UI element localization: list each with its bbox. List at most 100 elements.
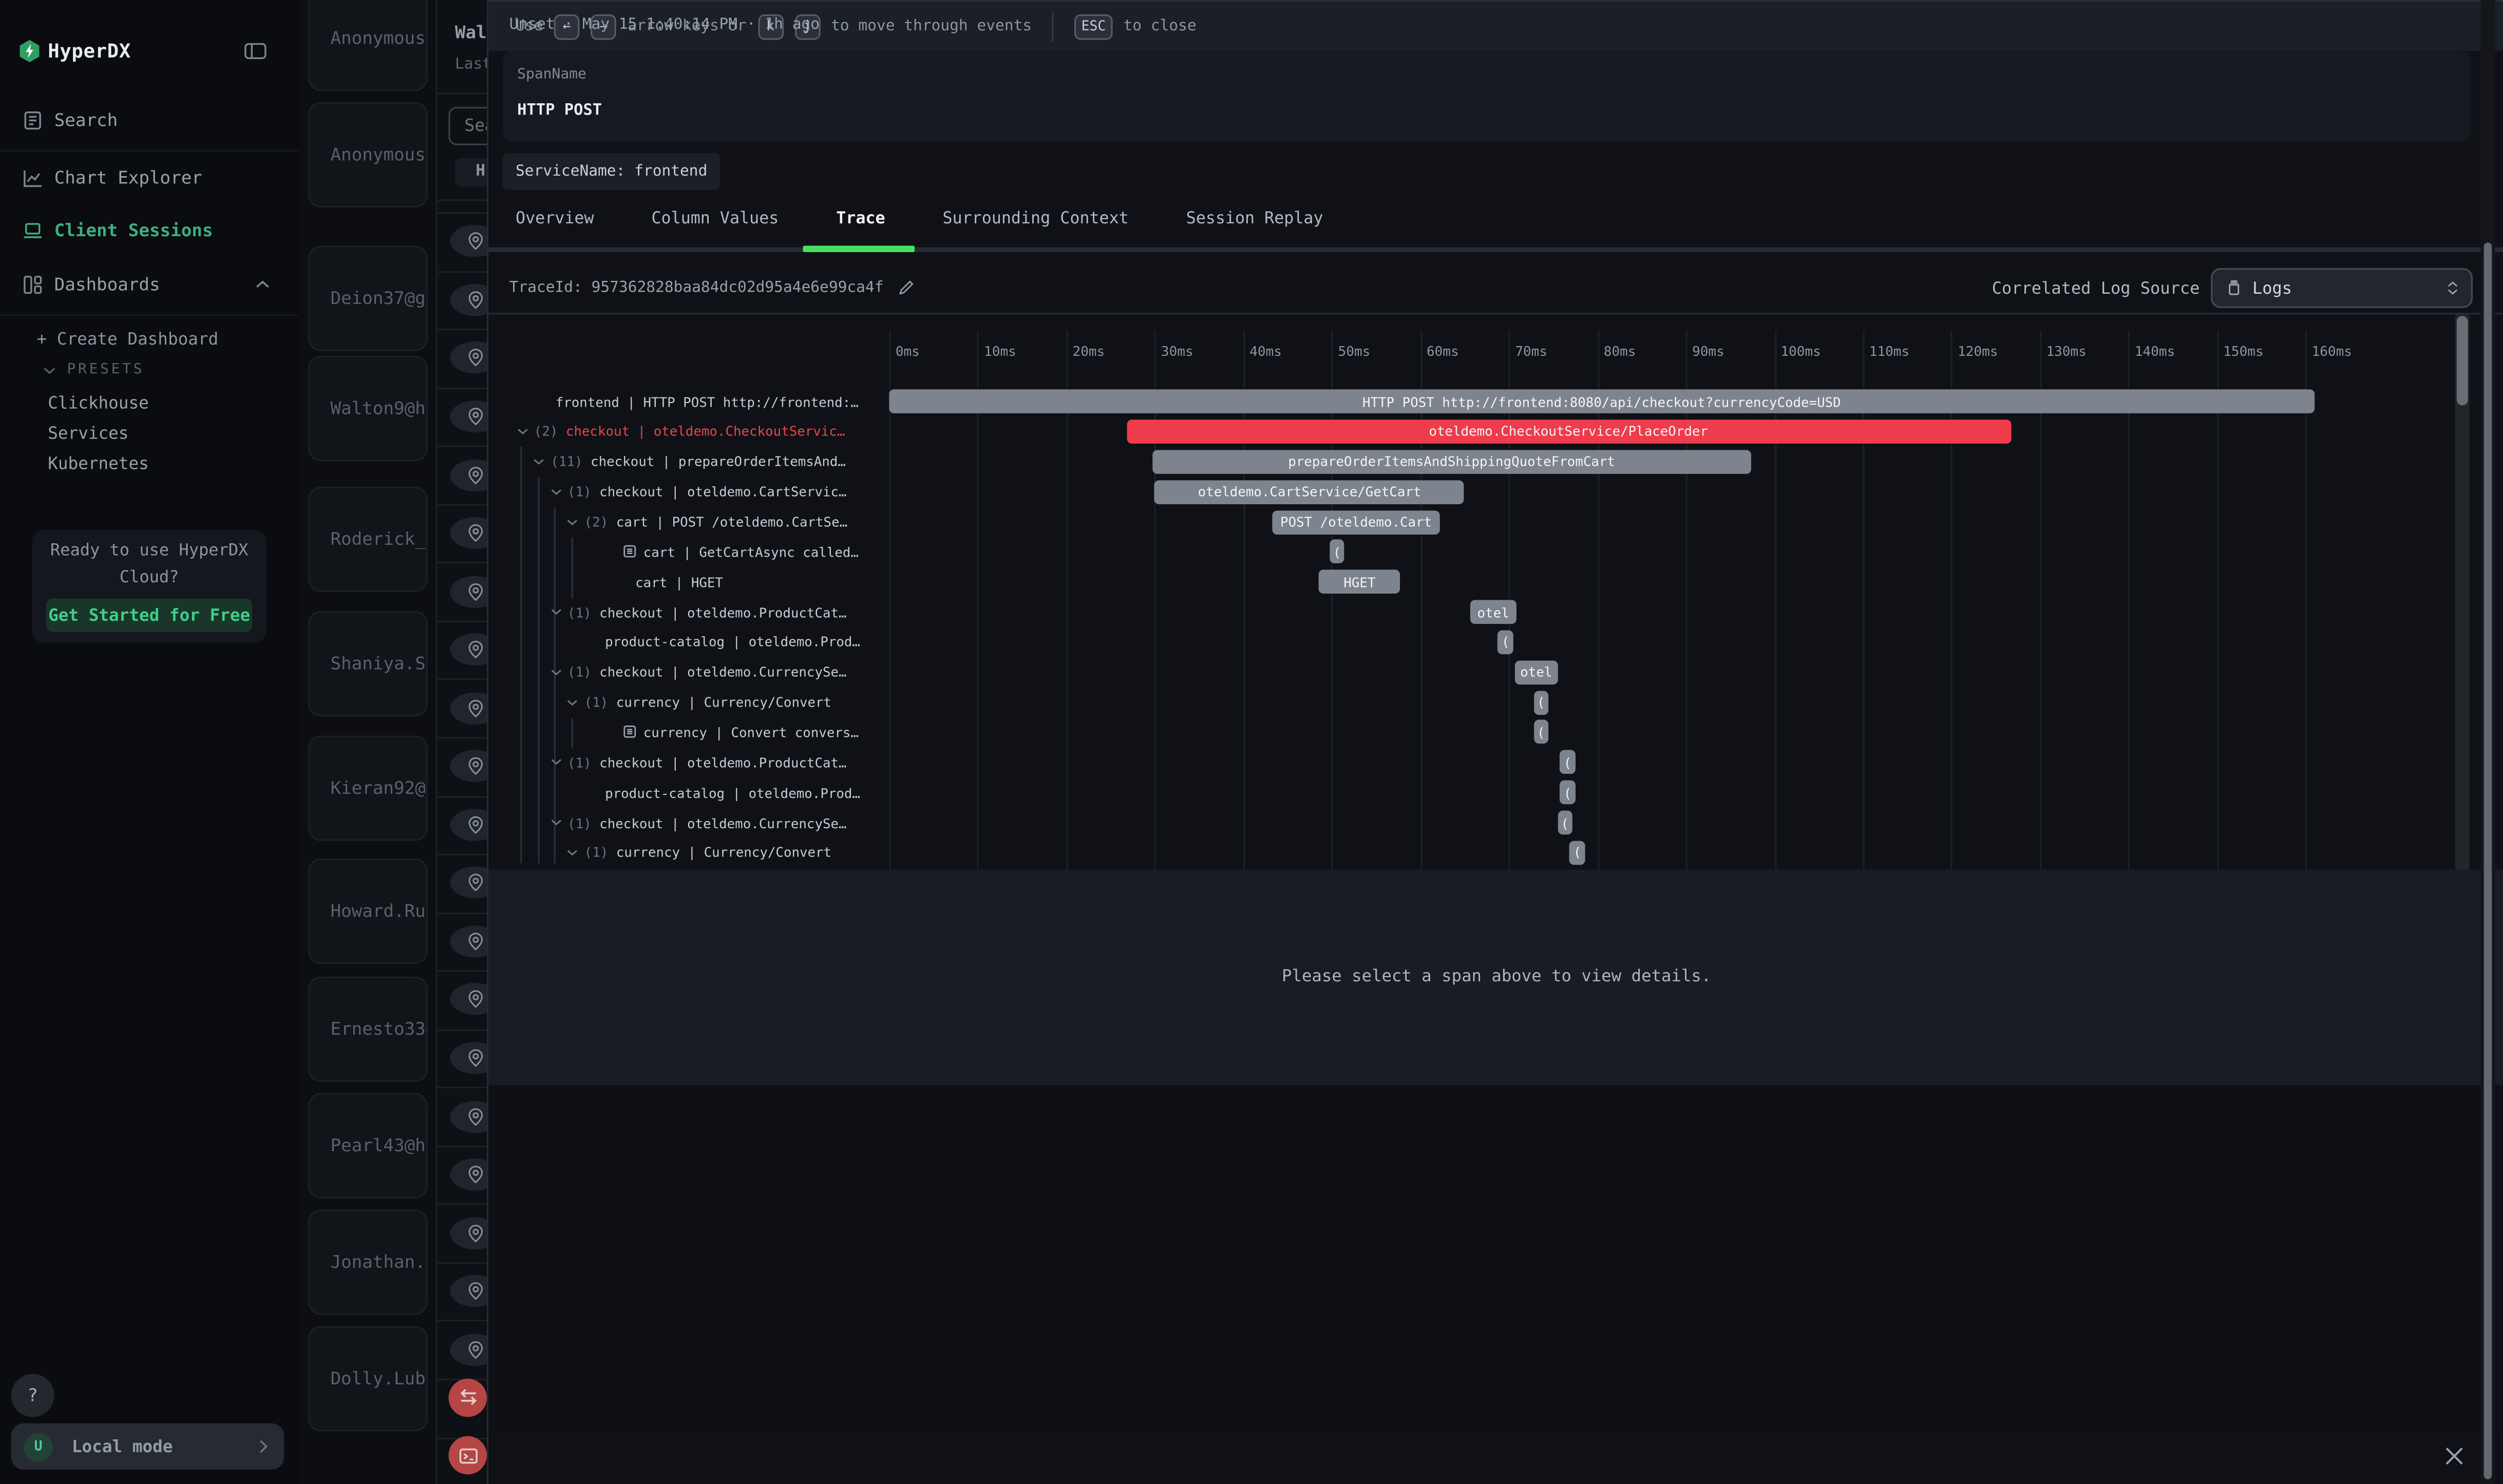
waterfall-scrollbar-thumb[interactable] [2457, 316, 2468, 405]
preset-item-kubernetes[interactable]: Kubernetes [48, 455, 149, 474]
span-tree-row[interactable]: (1)checkout | oteldemo.CurrencySe… [488, 808, 889, 838]
session-list-item[interactable]: Dolly.Lubo [308, 1326, 428, 1431]
span-bar[interactable]: oteldemo.CartService/GetCart [1154, 480, 1464, 504]
span-bar[interactable]: prepareOrderItemsAndShippingQuoteFromCar… [1152, 450, 1751, 474]
tree-chevron-down-icon[interactable] [566, 518, 578, 526]
tree-chevron-down-icon[interactable] [550, 668, 561, 676]
session-event-pin[interactable] [450, 692, 487, 724]
span-tree-row[interactable]: (1)checkout | oteldemo.ProductCat… [488, 748, 889, 778]
span-bar[interactable]: ( [1330, 540, 1344, 564]
tree-chevron-down-icon[interactable] [550, 758, 561, 767]
session-event-pin[interactable] [450, 342, 487, 374]
tab-surrounding-context[interactable]: Surrounding Context [942, 211, 1128, 244]
span-bar[interactable]: otel [1471, 600, 1516, 624]
session-list-item[interactable]: Kieran92@h [308, 736, 428, 841]
span-tree-row[interactable]: (2)cart | POST /oteldemo.CartSe… [488, 507, 889, 537]
close-icon[interactable] [2444, 1445, 2464, 1466]
sidebar-item-chart-explorer[interactable]: Chart Explorer [0, 153, 298, 201]
edit-icon[interactable] [896, 279, 914, 297]
tree-chevron-down-icon[interactable] [566, 849, 578, 857]
span-bar[interactable]: ( [1533, 690, 1548, 714]
session-event-pin[interactable] [450, 517, 487, 549]
session-list-item[interactable]: Roderick_S [308, 487, 428, 592]
preset-item-clickhouse[interactable]: Clickhouse [48, 394, 149, 413]
span-tree-row[interactable]: (1)currency | Currency/Convert [488, 687, 889, 717]
span-bar[interactable]: ( [1498, 630, 1513, 654]
span-tree-row[interactable]: cart | HGET [488, 567, 889, 597]
session-search-input[interactable] [448, 107, 487, 145]
span-tree-row[interactable]: product-catalog | oteldemo.Prod… [488, 627, 889, 657]
span-tree-row[interactable]: (1)currency | Currency/Convert [488, 838, 889, 868]
tree-chevron-down-icon[interactable] [533, 458, 544, 466]
help-button[interactable]: ? [11, 1374, 54, 1417]
session-list-item[interactable]: Anonymous [308, 102, 428, 207]
log-source-select[interactable]: Logs [2211, 268, 2473, 308]
span-bar[interactable]: ( [1570, 841, 1585, 865]
session-event-pin[interactable] [450, 750, 487, 782]
span-bar[interactable]: oteldemo.CheckoutService/PlaceOrder [1126, 420, 2011, 444]
tree-chevron-down-icon[interactable] [550, 488, 561, 496]
session-event-pin[interactable] [450, 867, 487, 899]
sidebar-collapse-icon[interactable] [244, 43, 267, 59]
span-bar[interactable]: ( [1558, 811, 1572, 835]
span-tree-row[interactable]: cart | GetCartAsync called… [488, 537, 889, 567]
tab-session-replay[interactable]: Session Replay [1186, 211, 1323, 244]
span-tree-row[interactable]: currency | Convert convers… [488, 717, 889, 748]
session-list-item[interactable]: Anonymous [308, 0, 428, 91]
session-list-item[interactable]: Deion37@gm [308, 246, 428, 351]
tree-chevron-down-icon[interactable] [517, 428, 528, 436]
tree-chevron-down-icon[interactable] [566, 698, 578, 707]
span-tree-row[interactable]: (1)checkout | oteldemo.ProductCat… [488, 597, 889, 627]
tree-chevron-down-icon[interactable] [550, 608, 561, 616]
span-tree-row[interactable]: product-catalog | oteldemo.Prod… [488, 777, 889, 808]
session-event-pin[interactable] [450, 634, 487, 665]
span-tree-row[interactable]: (11)checkout | prepareOrderItemsAnd… [488, 447, 889, 477]
session-event-pin[interactable] [450, 284, 487, 316]
session-event-pin[interactable] [450, 1100, 487, 1132]
session-event-pin[interactable] [450, 459, 487, 490]
span-tree-row[interactable]: (1)checkout | oteldemo.CurrencySe… [488, 657, 889, 688]
span-tree-row[interactable]: (2)checkout | oteldemo.CheckoutServic… [488, 416, 889, 447]
preset-item-services[interactable]: Services [48, 425, 128, 444]
modal-scrollbar-thumb[interactable] [2483, 242, 2492, 1479]
session-event-pin[interactable] [450, 809, 487, 841]
span-bar[interactable]: HGET [1318, 570, 1400, 594]
session-error-event-terminal-icon[interactable] [448, 1437, 487, 1475]
span-tree-row[interactable]: frontend | HTTP POST http://frontend:… [488, 387, 889, 417]
session-event-pin[interactable] [450, 984, 487, 1016]
session-event-pin[interactable] [450, 1275, 487, 1307]
span-bar[interactable]: POST /oteldemo.Cart [1273, 510, 1440, 534]
span-bar[interactable]: ( [1533, 720, 1548, 745]
session-list-item[interactable]: Howard.Run [308, 859, 428, 964]
span-bar[interactable]: otel [1515, 660, 1558, 684]
tree-chevron-down-icon[interactable] [550, 819, 561, 827]
sidebar-item-dashboards[interactable]: Dashboards [0, 260, 298, 308]
session-list-item[interactable]: Shaniya.Sc [308, 611, 428, 716]
session-list-item[interactable]: Walton9@ho [308, 356, 428, 461]
span-bar[interactable]: ( [1560, 781, 1575, 805]
get-started-button[interactable]: Get Started for Free [46, 598, 252, 632]
session-event-pin[interactable] [450, 925, 487, 957]
span-tree-row[interactable]: (1)checkout | oteldemo.CartServic… [488, 477, 889, 507]
sidebar-item-search[interactable]: Search [0, 96, 298, 143]
service-name-chip[interactable]: ServiceName: frontend [503, 153, 720, 189]
span-bar[interactable]: HTTP POST http://frontend:8080/api/check… [889, 390, 2314, 414]
session-event-pin[interactable] [450, 576, 487, 607]
tab-trace[interactable]: Trace [836, 211, 885, 244]
span-bar[interactable]: ( [1560, 750, 1575, 774]
sidebar-item-client-sessions[interactable]: Client Sessions [0, 206, 298, 254]
session-error-event-swap-arrows-icon[interactable] [448, 1378, 487, 1417]
session-list-item[interactable]: Ernesto33@ [308, 977, 428, 1082]
tab-overview[interactable]: Overview [516, 211, 594, 244]
session-event-pin[interactable] [450, 1158, 487, 1190]
session-event-pin[interactable] [450, 1334, 487, 1365]
session-event-pin[interactable] [450, 1217, 487, 1249]
session-filter-button[interactable]: H [455, 158, 487, 187]
tab-column-values[interactable]: Column Values [651, 211, 779, 244]
session-event-pin[interactable] [450, 1042, 487, 1074]
session-event-pin[interactable] [450, 401, 487, 432]
presets-toggle[interactable]: PRESETS [43, 362, 144, 378]
create-dashboard-button[interactable]: + Create Dashboard [36, 330, 218, 349]
session-list-item[interactable]: Jonathan.B [308, 1210, 428, 1315]
local-mode-button[interactable]: U Local mode [11, 1423, 285, 1470]
